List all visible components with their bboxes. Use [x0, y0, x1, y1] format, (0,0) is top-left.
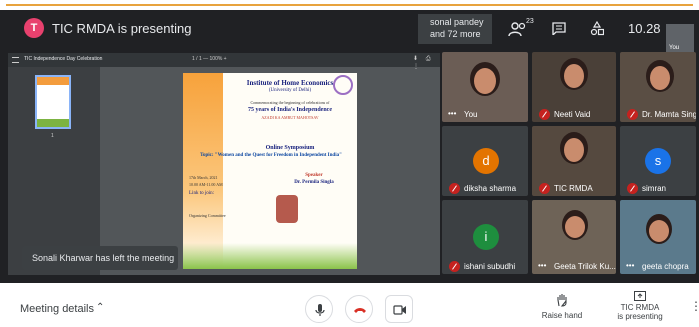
- person-face: [650, 66, 670, 90]
- self-view-label: You: [669, 45, 680, 51]
- page-thumbnail[interactable]: [35, 75, 71, 129]
- mic-off-icon: [627, 183, 638, 194]
- poster-date: 17th March, 2021: [189, 175, 218, 180]
- avatar: i: [473, 224, 499, 250]
- viewers-line-2: and 72 more: [430, 29, 481, 39]
- present-screen-icon: [634, 291, 646, 301]
- mic-off-icon: [627, 109, 638, 120]
- more-options-icon[interactable]: •••: [538, 261, 546, 270]
- participant-tile-geeta-c[interactable]: ••• geeta chopra: [620, 200, 696, 274]
- person-face: [564, 64, 584, 88]
- activities-icon[interactable]: [590, 21, 604, 36]
- present-line-1: TIC RMDA: [620, 303, 660, 312]
- present-line-2: is presenting: [617, 312, 663, 321]
- leave-call-button[interactable]: [345, 295, 373, 323]
- poster-line-b: 75 years of India's Independence: [247, 107, 332, 113]
- hand-icon: [557, 294, 567, 307]
- presenting-status[interactable]: TIC RMDA is presenting: [610, 291, 670, 321]
- poster-green-band: [183, 243, 357, 269]
- participant-name: simran: [642, 184, 667, 193]
- microphone-icon: [315, 304, 325, 316]
- chat-icon[interactable]: [552, 22, 566, 35]
- participant-tile-neeti[interactable]: Neeti Vaid: [532, 52, 616, 122]
- window-top-border: [0, 0, 699, 10]
- poster-topic: Topic: "Women and the Quest for Freedom …: [200, 153, 342, 158]
- poster-join: Link to join:: [189, 191, 214, 196]
- menu-icon[interactable]: [12, 57, 19, 63]
- presentation-stage: TIC Independence Day Celebration 1 / 1 —…: [8, 53, 440, 275]
- thumb-band-bottom: [37, 119, 69, 127]
- mic-off-icon: [449, 183, 460, 194]
- poster-time: 10.00 AM-11.00 AM: [189, 182, 223, 187]
- person-face: [649, 220, 669, 242]
- speaker-photo: [276, 195, 298, 223]
- event-poster: Institute of Home Economics (University …: [183, 73, 357, 269]
- avatar: s: [645, 148, 671, 174]
- microphone-button[interactable]: [305, 295, 333, 323]
- hang-up-icon: [354, 308, 366, 313]
- viewers-text: sonal pandey and 72 more: [430, 16, 490, 40]
- participant-name: You: [464, 110, 478, 119]
- camera-icon: [393, 305, 406, 315]
- poster-speaker-name: Dr. Permila Singla: [294, 180, 334, 185]
- participant-tile-tic-rmda[interactable]: TIC RMDA: [532, 126, 616, 196]
- clock: 10.28: [628, 21, 661, 36]
- mic-off-icon: [539, 183, 550, 194]
- pdf-actions[interactable]: ⬇ ⎙ ⋮: [413, 55, 440, 70]
- poster-line-a: Commemorating the beginning of celebrati…: [250, 100, 330, 105]
- avatar: d: [473, 148, 499, 174]
- raise-hand-label: Raise hand: [541, 311, 583, 320]
- participant-tile-ishani[interactable]: i ishani subudhi: [442, 200, 528, 274]
- meeting-details-link[interactable]: Meeting details: [20, 303, 94, 315]
- poster-institute: Institute of Home Economics: [246, 79, 334, 87]
- pdf-toolbar: TIC Independence Day Celebration 1 / 1 —…: [8, 53, 440, 70]
- participant-name: Dr. Mamta Singh: [642, 110, 696, 119]
- participant-name: Neeti Vaid: [554, 110, 591, 119]
- top-accent-line: [6, 4, 693, 6]
- participant-tile-diksha[interactable]: d diksha sharma: [442, 126, 528, 196]
- bottom-control-bar: Meeting details ⌃ Raise hand TIC RMDA is…: [0, 283, 699, 327]
- raise-hand-button[interactable]: Raise hand: [540, 293, 584, 320]
- presenting-title: TIC RMDA is presenting: [52, 21, 192, 36]
- page-thumbnail-panel: 1: [8, 67, 100, 275]
- left-meeting-toast: Sonali Kharwar has left the meeting: [22, 246, 178, 270]
- pdf-title: TIC Independence Day Celebration: [24, 56, 103, 62]
- participant-name: geeta chopra: [642, 262, 689, 271]
- viewers-line-1: sonal pandey: [430, 17, 484, 27]
- person-face: [565, 216, 585, 238]
- toast-text: Sonali Kharwar has left the meeting: [32, 253, 175, 263]
- presenter-avatar: T: [24, 18, 44, 38]
- thumbnail-number: 1: [51, 133, 54, 139]
- participant-name: ishani subudhi: [464, 262, 516, 271]
- participant-tile-simran[interactable]: s simran: [620, 126, 696, 196]
- person-face: [474, 68, 496, 94]
- participant-name: diksha sharma: [464, 184, 517, 193]
- poster-speaker-label: Speaker: [305, 173, 323, 178]
- person-face: [564, 138, 584, 162]
- more-options-icon[interactable]: ⋮: [690, 299, 699, 313]
- participant-tile-mamta[interactable]: Dr. Mamta Singh: [620, 52, 696, 122]
- chevron-up-icon[interactable]: ⌃: [96, 302, 104, 313]
- more-options-icon[interactable]: •••: [448, 109, 456, 118]
- mic-off-icon: [449, 261, 460, 272]
- poster-saffron-band: [183, 73, 223, 269]
- participant-name: TIC RMDA: [554, 184, 593, 193]
- thumb-band-top: [37, 77, 69, 85]
- poster-organizing: Organizing Committee: [189, 213, 226, 218]
- participant-name: Geeta Trilok Ku...: [554, 262, 616, 271]
- top-bar: T TIC RMDA is presenting sonal pandey an…: [0, 10, 699, 52]
- participant-tile-geeta-k[interactable]: ••• Geeta Trilok Ku...: [532, 200, 616, 274]
- pdf-page-nav[interactable]: 1 / 1 — 100% +: [192, 56, 272, 64]
- more-options-icon[interactable]: •••: [626, 261, 634, 270]
- self-view-thumbnail[interactable]: You: [666, 24, 694, 52]
- camera-button[interactable]: [385, 295, 413, 323]
- participant-tile-you[interactable]: ••• You: [442, 52, 528, 122]
- people-count: 23: [526, 18, 534, 25]
- poster-line-c: AZADI KA AMRUT MAHOTSAV: [261, 115, 319, 120]
- poster-university: (University of Delhi): [268, 88, 312, 93]
- poster-line-d: Online Symposium: [265, 145, 315, 151]
- mic-off-icon: [539, 109, 550, 120]
